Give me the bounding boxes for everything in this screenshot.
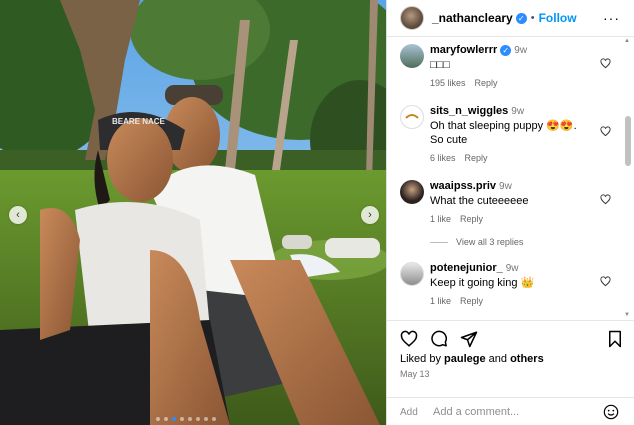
add-comment-label: Add [400,407,418,418]
list-item: sits_n_wiggles 9w Oh that sleeping puppy … [400,105,615,163]
comment-text: Oh that sleeping puppy 😍😍. So cute [430,120,577,146]
carousel-dot [164,417,168,421]
liked-by-others[interactable]: others [510,353,544,365]
more-icon[interactable]: ··· [603,10,620,26]
carousel-dot [212,417,216,421]
scroll-down-icon[interactable]: ▼ [624,312,630,318]
carousel-next-button[interactable]: › [361,206,379,224]
carousel-dot [180,417,184,421]
comment-username[interactable]: waaipss.priv [430,180,496,192]
heart-icon[interactable] [600,276,611,287]
carousel-dot [188,417,192,421]
reply-button[interactable]: Reply [460,214,483,224]
carousel-prev-button[interactable]: ‹ [9,206,27,224]
comment-likes[interactable]: 1 like [430,296,451,306]
bookmark-icon[interactable] [607,330,623,348]
comment-text: What the cuteeeeee [430,195,529,207]
comment-username[interactable]: sits_n_wiggles [430,105,508,117]
carousel-dot [172,417,176,421]
divider [430,241,448,243]
follow-button[interactable]: Follow [539,11,577,25]
view-replies-label: View all 3 replies [456,237,524,247]
liked-by-user[interactable]: paulege [444,353,486,365]
view-replies-button[interactable]: View all 3 replies [430,237,523,247]
scroll-up-icon[interactable]: ▲ [624,38,630,44]
comment-time[interactable]: 9w [514,45,527,56]
comment-input[interactable] [433,404,583,420]
comment-time[interactable]: 9w [511,106,524,117]
avatar[interactable] [400,180,424,204]
heart-icon[interactable] [600,126,611,137]
cap-text: BEARE NACE [112,117,166,126]
post-username[interactable]: _nathancleary [432,11,513,25]
comment-list[interactable]: maryfowlerrr ✓ 9w □□□ 195 likes Reply sits_… [387,38,619,320]
carousel-indicator [156,417,216,421]
reply-button[interactable]: Reply [475,78,498,88]
carousel-dot [196,417,200,421]
add-comment-bar: Add [387,397,634,425]
avatar[interactable] [400,6,424,30]
carousel-dot [204,417,208,421]
post-sidebar: _nathancleary ✓ • Follow ··· maryfowlerr… [386,0,634,425]
list-item: potenejunior_ 9w Keep it going king 👑 1 l… [400,262,615,306]
reply-button[interactable]: Reply [460,296,483,306]
avatar[interactable] [400,44,424,68]
avatar[interactable] [400,262,424,286]
comment-icon[interactable] [430,330,448,348]
logo-icon [405,114,419,119]
post-actions: Liked by paulege and others May 13 [387,320,634,400]
reply-button[interactable]: Reply [465,153,488,163]
photo-illustration: BEARE NACE [0,0,386,425]
comment-text: Keep it going king 👑 [430,277,535,289]
list-item: waaipss.priv 9w What the cuteeeeee 1 like… [400,180,615,224]
comment-time[interactable]: 9w [506,263,519,274]
comment-username[interactable]: potenejunior_ [430,262,503,274]
verified-badge-icon: ✓ [515,12,527,24]
heart-icon[interactable] [600,58,611,69]
comment-text: □□□ [430,59,450,71]
liked-by-prefix: Liked by [400,353,445,365]
heart-icon[interactable] [400,330,418,348]
post-date[interactable]: May 13 [400,369,430,379]
comment-username[interactable]: maryfowlerrr [430,44,497,56]
share-icon[interactable] [460,330,478,348]
post-header: _nathancleary ✓ • Follow ··· [387,0,634,37]
chevron-right-icon: › [368,208,372,221]
carousel-dot [156,417,160,421]
chevron-left-icon: ‹ [16,208,20,221]
liked-by-text[interactable]: Liked by paulege and others [400,353,544,365]
comment-likes[interactable]: 195 likes [430,78,466,88]
avatar[interactable] [400,105,424,129]
comment-time[interactable]: 9w [499,181,512,192]
separator: • [530,12,535,24]
liked-by-and: and [485,353,511,365]
scrollbar-thumb[interactable] [625,116,631,166]
post-photo[interactable]: BEARE NACE ‹ › [0,0,386,425]
comment-likes[interactable]: 1 like [430,214,451,224]
list-item: maryfowlerrr ✓ 9w □□□ 195 likes Reply [400,44,615,88]
scrollbar[interactable]: ▲ ▼ [623,38,631,318]
comment-likes[interactable]: 6 likes [430,153,456,163]
verified-badge-icon: ✓ [500,45,512,56]
emoji-icon[interactable] [603,404,619,420]
heart-icon[interactable] [600,194,611,205]
